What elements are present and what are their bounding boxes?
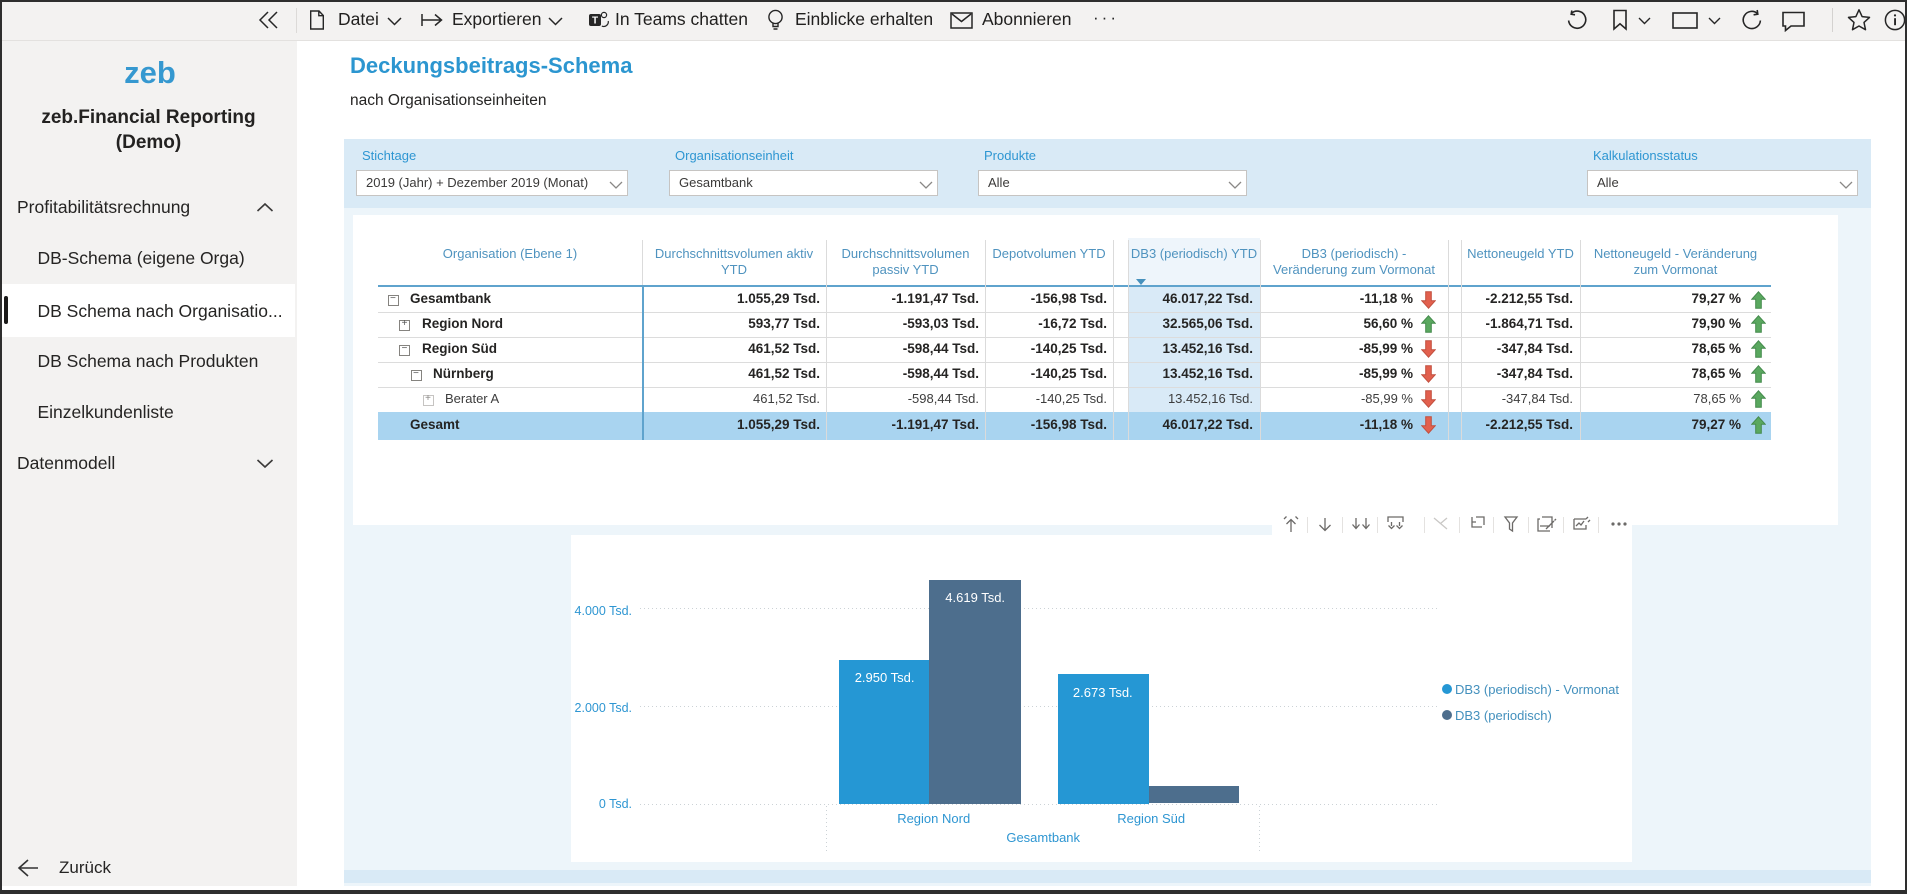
svg-text:T: T [592,16,598,27]
